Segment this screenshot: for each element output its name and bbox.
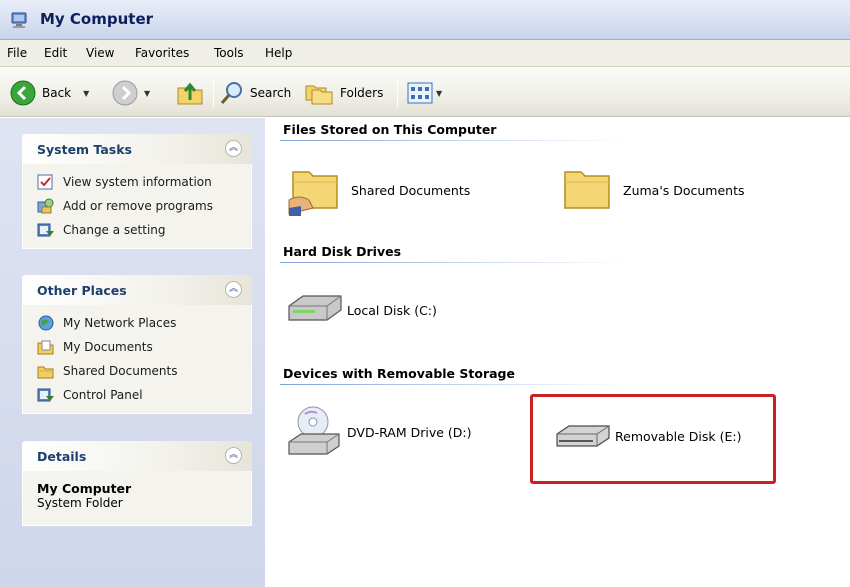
shared-folder-icon [37,366,54,379]
panel-title: Other Places [37,283,127,298]
item-label: Local Disk (C:) [347,302,437,318]
up-folder-icon [177,82,203,105]
place-label: Shared Documents [63,364,178,378]
menu-tools[interactable]: Tools [214,46,244,60]
search-icon [220,82,242,104]
folders-button[interactable]: Folders [304,80,383,106]
task-label: View system information [63,175,212,189]
item-label: DVD-RAM Drive (D:) [347,424,472,440]
place-shared-documents[interactable]: Shared Documents [23,359,251,383]
forward-dropdown-icon[interactable]: ▼ [144,89,150,98]
task-label: Add or remove programs [63,199,213,213]
group-header: Files Stored on This Computer [283,122,497,137]
menu-help[interactable]: Help [265,46,292,60]
up-folder-button[interactable] [176,80,204,106]
other-places-body: My Network Places My Documents Shared Do… [22,305,252,414]
forward-arrow-icon [112,80,138,106]
item-shared-documents[interactable]: Shared Documents [287,162,470,218]
back-label: Back [42,86,72,100]
search-button[interactable]: Search [219,80,291,106]
item-label: Zuma's Documents [623,182,745,198]
details-header[interactable]: Details ︽ [22,441,252,471]
folders-icon [305,85,333,105]
panel-title: Details [37,449,87,464]
system-tasks-panel: System Tasks ︽ View system information A… [22,134,252,249]
panel-title: System Tasks [37,142,132,157]
search-label: Search [250,86,292,100]
task-add-remove-programs[interactable]: Add or remove programs [23,194,251,218]
folder-icon [564,171,610,209]
my-documents-icon [37,340,54,355]
back-button[interactable]: Back ▼ [10,80,89,106]
details-body: My Computer System Folder [22,471,252,526]
back-arrow-icon [10,80,36,106]
place-my-documents[interactable]: My Documents [23,335,251,359]
toolbar-separator [213,79,214,107]
group-divider [280,384,630,385]
group-header: Hard Disk Drives [283,244,402,259]
details-type: System Folder [37,496,123,510]
place-control-panel[interactable]: Control Panel [23,383,251,407]
item-local-disk-c[interactable]: Local Disk (C:) [285,282,437,338]
task-view-system-information[interactable]: View system information [23,170,251,194]
views-button[interactable]: ▼ [406,80,442,106]
collapse-chevron-icon[interactable]: ︽ [225,140,242,157]
place-label: My Network Places [63,316,177,330]
system-info-icon [37,174,53,190]
menu-bar: File Edit View Favorites Tools Help [0,40,850,67]
back-dropdown-icon[interactable]: ▼ [83,89,89,98]
views-icon [407,82,433,104]
toolbar: Back ▼ ▼ Search Folders ▼ [0,67,850,117]
window-title: My Computer [40,10,154,28]
group-divider [280,140,630,141]
place-label: Control Panel [63,388,143,402]
details-panel: Details ︽ My Computer System Folder [22,441,252,526]
highlight-box [530,394,776,484]
network-places-icon [38,315,54,331]
menu-favorites[interactable]: Favorites [135,46,189,60]
system-tasks-body: View system information Add or remove pr… [22,164,252,249]
add-remove-programs-icon [37,198,54,214]
menu-view[interactable]: View [86,46,114,60]
item-label: Shared Documents [351,182,471,198]
system-tasks-header[interactable]: System Tasks ︽ [22,134,252,164]
change-setting-icon [37,223,54,237]
item-dvd-ram-drive-d[interactable]: DVD-RAM Drive (D:) [285,404,471,460]
dvd-drive-icon [288,406,340,455]
hard-disk-icon [288,295,342,321]
control-panel-icon [37,388,54,402]
group-header: Devices with Removable Storage [283,366,515,381]
group-divider [280,262,630,263]
other-places-panel: Other Places ︽ My Network Places My Docu… [22,275,252,414]
task-change-setting[interactable]: Change a setting [23,218,251,242]
my-computer-icon [11,12,27,28]
task-pane: System Tasks ︽ View system information A… [0,118,265,587]
collapse-chevron-icon[interactable]: ︽ [225,447,242,464]
menu-file[interactable]: File [7,46,27,60]
place-my-network-places[interactable]: My Network Places [23,311,251,335]
item-zumas-documents[interactable]: Zuma's Documents [559,162,745,218]
shared-folder-icon [288,171,338,216]
title-bar: My Computer [0,0,850,40]
other-places-header[interactable]: Other Places ︽ [22,275,252,305]
task-label: Change a setting [63,223,166,237]
details-name: My Computer [37,481,132,496]
collapse-chevron-icon[interactable]: ︽ [225,281,242,298]
place-label: My Documents [63,340,153,354]
content-area: Files Stored on This Computer Shared Doc… [265,118,850,587]
forward-button[interactable]: ▼ [112,80,150,106]
views-dropdown-icon[interactable]: ▼ [436,89,442,98]
toolbar-separator [397,79,398,107]
folders-label: Folders [340,86,384,100]
menu-edit[interactable]: Edit [44,46,67,60]
